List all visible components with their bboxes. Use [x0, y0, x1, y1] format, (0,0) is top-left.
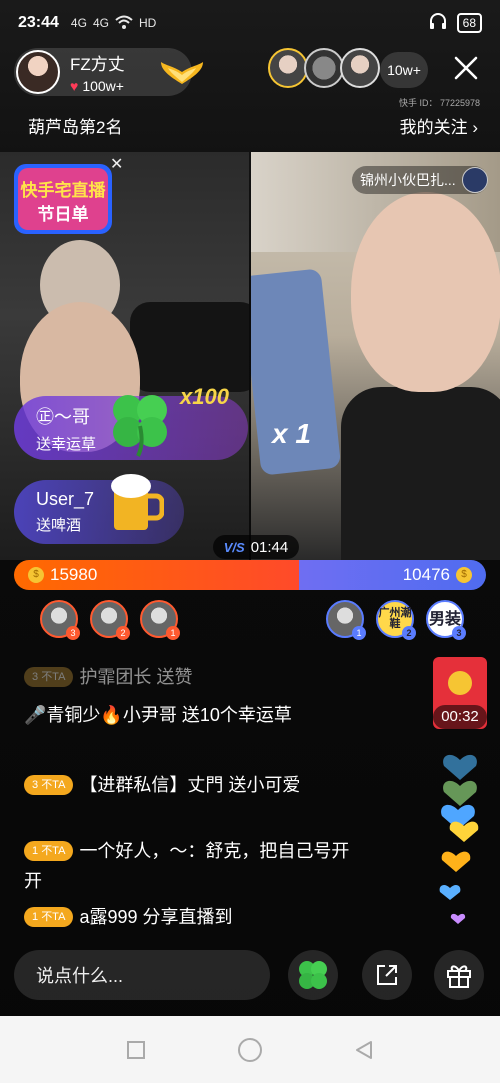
status-bar: 23:44 4G 4G HD 68	[0, 0, 500, 46]
viewer-avatar[interactable]	[304, 48, 344, 88]
right-top-supporters[interactable]: 1 广州潮鞋 2 男装 3	[326, 600, 466, 640]
level-badge: 3 不TA	[24, 775, 74, 795]
gift-button[interactable]	[434, 950, 484, 1000]
heart-icon: ♥	[70, 78, 79, 94]
signal-1: 4G	[70, 16, 87, 30]
clover-gift-icon	[113, 395, 167, 457]
my-follows-link[interactable]: 我的关注 ›	[400, 113, 478, 138]
viewer-count[interactable]: 10w+	[380, 52, 428, 88]
supporter-avatar[interactable]: 广州潮鞋 2	[376, 600, 416, 640]
supporter-avatar[interactable]: 1	[326, 600, 366, 640]
supporter-avatar[interactable]: 1	[140, 600, 180, 640]
comment-input[interactable]: 说点什么...	[14, 950, 270, 1000]
my-follows-label: 我的关注	[399, 118, 468, 137]
headphone-icon	[429, 12, 447, 35]
battery-icon: 68	[456, 13, 482, 33]
chat-message[interactable]: 3 不TA 护霏团长 送赞	[24, 662, 364, 692]
clover-gift-button[interactable]	[288, 950, 338, 1000]
level-badge: 3 不TA	[24, 667, 74, 687]
wifi-icon	[115, 15, 133, 32]
mic-icon: 🎤	[24, 705, 47, 725]
chevron-right-icon: ›	[472, 118, 478, 137]
red-packet-seal-icon	[448, 671, 472, 695]
chat-message[interactable]: 1 不TA 一个好人，～：舒克，把自己号开开	[24, 836, 364, 896]
share-button[interactable]	[362, 950, 412, 1000]
red-packet[interactable]: 00:32	[433, 657, 487, 729]
host-info: FZ方丈 ♥ 100w+	[70, 50, 125, 94]
event-badge-line1: 快手宅直播	[21, 180, 107, 201]
pk-right-score: 10476 $	[299, 560, 486, 590]
gift-multiplier: x100	[180, 384, 229, 409]
follow-wings-icon[interactable]	[159, 56, 205, 86]
chat-message[interactable]: 1 不TA a露999 分享直播到	[24, 902, 364, 932]
opponent-tag[interactable]: 锦州小伙巴扎...	[352, 166, 488, 194]
clover-icon	[299, 961, 327, 989]
opponent-video[interactable]	[251, 152, 500, 560]
gift-box-icon	[447, 965, 471, 988]
pk-timer-value: 01:44	[250, 538, 289, 556]
host-likes-count: 100w+	[82, 78, 124, 94]
pk-score-bar[interactable]: $ 15980 10476 $	[14, 560, 486, 590]
chat-text: 护霏团长 送赞	[79, 667, 193, 687]
gift-multiplier: x 1	[272, 418, 311, 449]
level-badge: 1 不TA	[24, 907, 74, 927]
host-name: FZ方丈	[70, 55, 125, 74]
top-viewers[interactable]	[268, 48, 380, 88]
left-top-supporters[interactable]: 3 2 1	[40, 600, 180, 640]
chat-text: 青铜少🔥小尹哥 送10个幸运草	[46, 705, 292, 725]
opponent-name: 锦州小伙巴扎...	[360, 172, 456, 188]
vs-icon: V/S	[223, 539, 245, 555]
level-badge: 1 不TA	[24, 841, 74, 861]
floating-hearts	[439, 754, 479, 924]
viewer-avatar[interactable]	[268, 48, 308, 88]
live-stream-screen: 23:44 4G 4G HD 68 FZ方丈 ♥ 100w+ 10w+ 快手 I…	[0, 0, 500, 1083]
red-packet-countdown: 00:32	[433, 705, 487, 729]
host-card[interactable]: FZ方丈 ♥ 100w+	[14, 48, 203, 96]
recents-icon[interactable]	[125, 1039, 147, 1061]
coin-icon: $	[28, 567, 44, 583]
viewer-avatar[interactable]	[340, 48, 380, 88]
pk-left-value: 15980	[50, 565, 98, 584]
signal-2: 4G	[92, 16, 109, 30]
pk-right-value: 10476	[402, 565, 450, 584]
coin-icon: $	[456, 567, 472, 583]
supporter-avatar[interactable]: 2	[90, 600, 130, 640]
supporter-avatar[interactable]: 男装 3	[426, 600, 466, 640]
host-avatar[interactable]	[16, 50, 60, 94]
share-icon	[377, 965, 397, 985]
event-badge-line2: 节日单	[38, 204, 89, 225]
opponent-avatar[interactable]	[461, 167, 488, 193]
chat-text: a露999 分享直播到	[79, 907, 233, 927]
back-icon[interactable]	[353, 1039, 375, 1061]
chat-message[interactable]: 🎤青铜少🔥小尹哥 送10个幸运草	[24, 700, 364, 730]
kuaishou-id: 快手 ID： 77225978	[398, 98, 480, 108]
chat-message[interactable]: 3 不TA 【进群私信】丈門 送小可爱	[24, 770, 364, 800]
close-icon[interactable]	[448, 50, 484, 86]
city-rank[interactable]: 葫芦岛第2名	[28, 113, 122, 138]
supporter-avatar[interactable]: 3	[40, 600, 80, 640]
chat-text: 【进群私信】丈門 送小可爱	[79, 775, 301, 795]
system-nav-bar	[0, 1016, 500, 1083]
pk-left-score: $ 15980	[14, 560, 300, 590]
network-type: HD	[138, 16, 157, 30]
event-badge[interactable]: 快手宅直播 节日单	[12, 154, 114, 236]
home-icon[interactable]	[237, 1037, 263, 1063]
event-close-icon[interactable]: ✕	[110, 154, 123, 174]
status-time: 23:44	[18, 14, 59, 31]
host-likes: ♥ 100w+	[70, 78, 125, 94]
beer-gift-icon	[111, 474, 164, 530]
pk-timer: V/S 01:44	[213, 535, 299, 559]
